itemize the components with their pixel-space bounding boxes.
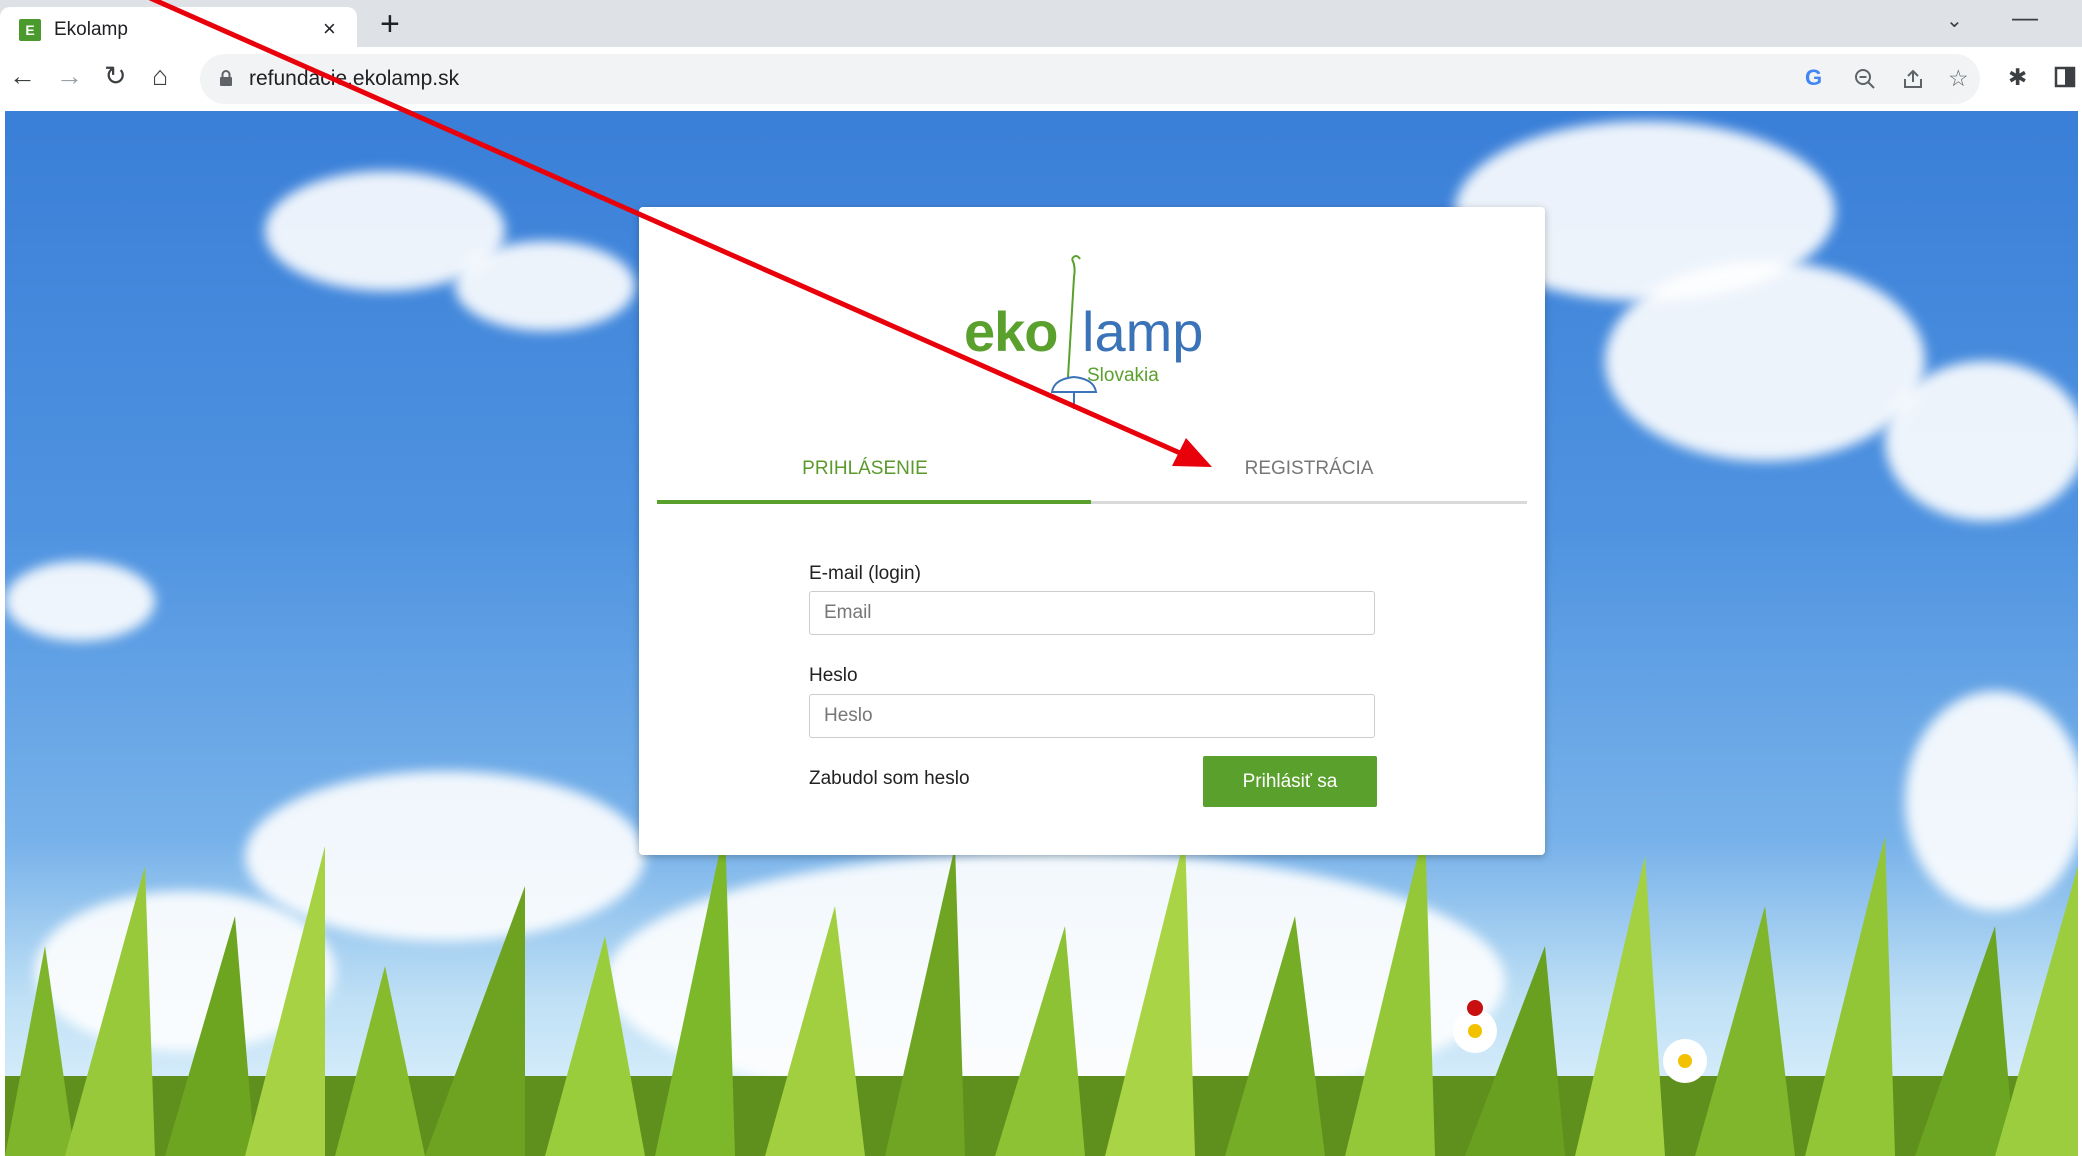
tab-login[interactable]: PRIHLÁSENIE <box>639 453 1091 505</box>
reload-icon[interactable]: ↻ <box>104 61 127 91</box>
logo-region-text: Slovakia <box>1087 365 1159 386</box>
cloud <box>1885 361 2078 521</box>
cloud <box>5 561 155 641</box>
tab-register[interactable]: REGISTRÁCIA <box>1091 453 1527 505</box>
share-icon[interactable] <box>1901 67 1925 91</box>
forgot-password-link[interactable]: Zabudol som heslo <box>809 768 970 790</box>
tab-close-icon[interactable]: × <box>323 16 336 42</box>
grass-foreground <box>5 826 2078 1156</box>
email-label: E-mail (login) <box>809 563 921 584</box>
side-panel-icon[interactable] <box>2054 66 2076 88</box>
logo-eko-text: eko <box>964 300 1058 363</box>
browser-toolbar: ← → ↻ ⌂ refundacie.ekolamp.sk G ☆ ✱ <box>0 47 2082 111</box>
logo-lamp-text: lamp <box>1082 300 1204 363</box>
cloud <box>455 241 635 331</box>
password-label: Heslo <box>809 665 858 686</box>
new-tab-button[interactable]: + <box>380 5 400 44</box>
cloud <box>1605 261 1925 461</box>
browser-tab-ekolamp[interactable]: E Ekolamp × <box>0 7 357 47</box>
bookmark-star-icon[interactable]: ☆ <box>1948 65 1969 92</box>
extensions-puzzle-icon[interactable]: ✱ <box>2008 64 2027 91</box>
home-icon[interactable]: ⌂ <box>152 61 168 91</box>
lock-icon[interactable] <box>219 69 233 87</box>
minimize-window-icon[interactable]: — <box>2012 2 2038 33</box>
back-arrow-icon[interactable]: ← <box>9 61 36 91</box>
zoom-out-icon[interactable] <box>1853 67 1877 91</box>
url-text[interactable]: refundacie.ekolamp.sk <box>249 67 459 91</box>
forward-arrow-icon[interactable]: → <box>56 61 83 91</box>
password-input[interactable] <box>809 694 1375 738</box>
ekolamp-favicon-icon: E <box>19 19 41 41</box>
tab-search-chevron-icon[interactable]: ⌄ <box>1946 8 1963 33</box>
login-button[interactable]: Prihlásiť sa <box>1203 756 1377 807</box>
active-tab-indicator <box>657 500 1091 504</box>
browser-tab-strip: E Ekolamp × + ⌄ — <box>0 0 2082 47</box>
tab-title: Ekolamp <box>54 19 128 40</box>
login-card: eko lamp Slovakia PRIHLÁSENIE REGISTRÁCI… <box>639 207 1545 855</box>
page-background: eko lamp Slovakia PRIHLÁSENIE REGISTRÁCI… <box>5 111 2078 1156</box>
email-input[interactable] <box>809 591 1375 635</box>
google-lens-icon[interactable]: G <box>1805 65 1822 91</box>
ekolamp-logo: eko lamp Slovakia <box>964 247 1224 417</box>
address-bar[interactable]: refundacie.ekolamp.sk G ☆ <box>200 54 1980 104</box>
